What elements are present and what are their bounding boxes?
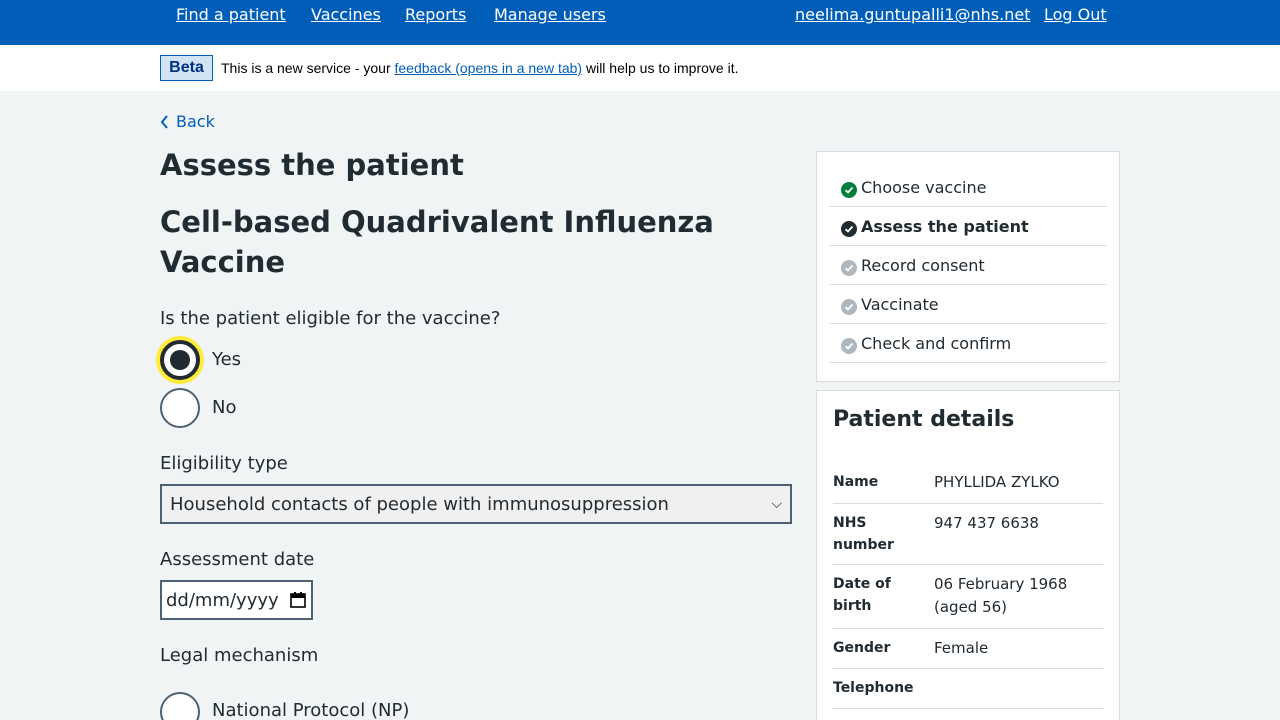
eligibility-question: Is the patient eligible for the vaccine? bbox=[160, 308, 501, 329]
patient-details-title: Patient details bbox=[833, 407, 1015, 432]
check-current-icon bbox=[841, 221, 857, 237]
task-choose-vaccine[interactable]: Choose vaccine bbox=[829, 168, 1107, 207]
assessment-date-input[interactable]: dd/mm/yyyy bbox=[160, 580, 313, 620]
user-email-link[interactable]: neelima.guntupalli1@nhs.net bbox=[795, 5, 1030, 24]
task-list-panel: Choose vaccine Assess the patient Record… bbox=[816, 151, 1120, 382]
beta-tag: Beta bbox=[160, 55, 213, 81]
check-todo-icon bbox=[841, 260, 857, 276]
eligible-yes-radio[interactable] bbox=[160, 340, 200, 380]
logout-link[interactable]: Log Out bbox=[1044, 5, 1107, 24]
patient-row-telephone: Telephone bbox=[833, 669, 1103, 709]
name-key: Name bbox=[833, 474, 879, 490]
page-title: Assess the patient bbox=[160, 148, 464, 182]
task-check-and-confirm[interactable]: Check and confirm bbox=[829, 324, 1107, 363]
nhs-key: NHS number bbox=[833, 515, 894, 553]
gender-key: Gender bbox=[833, 640, 891, 656]
patient-row-gender: Gender Female bbox=[833, 629, 1103, 669]
vaccine-title: Cell-based Quadrivalent Influenza Vaccin… bbox=[160, 205, 714, 279]
patient-details-panel: Patient details Name PHYLLIDA ZYLKO NHS … bbox=[816, 390, 1120, 720]
nav-vaccines[interactable]: Vaccines bbox=[311, 5, 381, 24]
task-label: Vaccinate bbox=[861, 295, 939, 314]
gender-value: Female bbox=[934, 639, 989, 657]
eligibility-type-label: Eligibility type bbox=[160, 453, 288, 474]
check-todo-icon bbox=[841, 299, 857, 315]
eligibility-type-value: Household contacts of people with immuno… bbox=[170, 493, 669, 515]
telephone-key: Telephone bbox=[833, 680, 914, 696]
legal-mechanism-label: Legal mechanism bbox=[160, 645, 319, 666]
legal-np-radio[interactable] bbox=[160, 692, 200, 720]
beta-text: This is a new service - your feedback (o… bbox=[221, 60, 738, 76]
task-label: Assess the patient bbox=[861, 217, 1029, 236]
task-label: Check and confirm bbox=[861, 334, 1012, 353]
beta-text-after: will help us to improve it. bbox=[582, 60, 739, 76]
task-assess-the-patient[interactable]: Assess the patient bbox=[829, 207, 1107, 246]
chevron-left-icon bbox=[160, 114, 168, 129]
dob-key: Date of birth bbox=[833, 576, 891, 614]
top-navigation: Find a patient Vaccines Reports Manage u… bbox=[0, 0, 1280, 45]
back-link[interactable]: Back bbox=[160, 112, 215, 131]
task-vaccinate[interactable]: Vaccinate bbox=[829, 285, 1107, 324]
eligibility-type-select[interactable]: Household contacts of people with immuno… bbox=[160, 484, 792, 524]
task-label: Choose vaccine bbox=[861, 178, 987, 197]
dob-value: 06 February 1968 (aged 56) bbox=[934, 575, 1068, 616]
legal-np-label[interactable]: National Protocol (NP) bbox=[212, 700, 409, 720]
eligible-no-radio[interactable] bbox=[160, 388, 200, 428]
task-record-consent[interactable]: Record consent bbox=[829, 246, 1107, 285]
eligible-yes-label[interactable]: Yes bbox=[212, 349, 241, 370]
nav-manage-users[interactable]: Manage users bbox=[494, 5, 606, 24]
calendar-icon[interactable] bbox=[289, 591, 307, 609]
patient-row-name: Name PHYLLIDA ZYLKO bbox=[833, 463, 1103, 504]
assessment-date-label: Assessment date bbox=[160, 549, 315, 570]
check-done-icon bbox=[841, 182, 857, 198]
nav-find-a-patient[interactable]: Find a patient bbox=[176, 5, 286, 24]
patient-row-nhs: NHS number 947 437 6638 bbox=[833, 504, 1103, 565]
date-placeholder: dd/mm/yyyy bbox=[166, 589, 279, 611]
nhs-value: 947 437 6638 bbox=[934, 514, 1039, 532]
beta-text-before: This is a new service - your bbox=[221, 60, 395, 76]
task-label: Record consent bbox=[861, 256, 985, 275]
name-value: PHYLLIDA ZYLKO bbox=[934, 473, 1060, 491]
eligible-no-label[interactable]: No bbox=[212, 397, 236, 418]
phase-banner: Beta This is a new service - your feedba… bbox=[0, 45, 1280, 91]
nav-reports[interactable]: Reports bbox=[405, 5, 466, 24]
chevron-down-icon: ⌵ bbox=[771, 496, 782, 512]
feedback-link[interactable]: feedback (opens in a new tab) bbox=[395, 60, 583, 76]
patient-row-dob: Date of birth 06 February 1968 (aged 56) bbox=[833, 565, 1103, 629]
back-label: Back bbox=[176, 112, 215, 131]
check-todo-icon bbox=[841, 338, 857, 354]
